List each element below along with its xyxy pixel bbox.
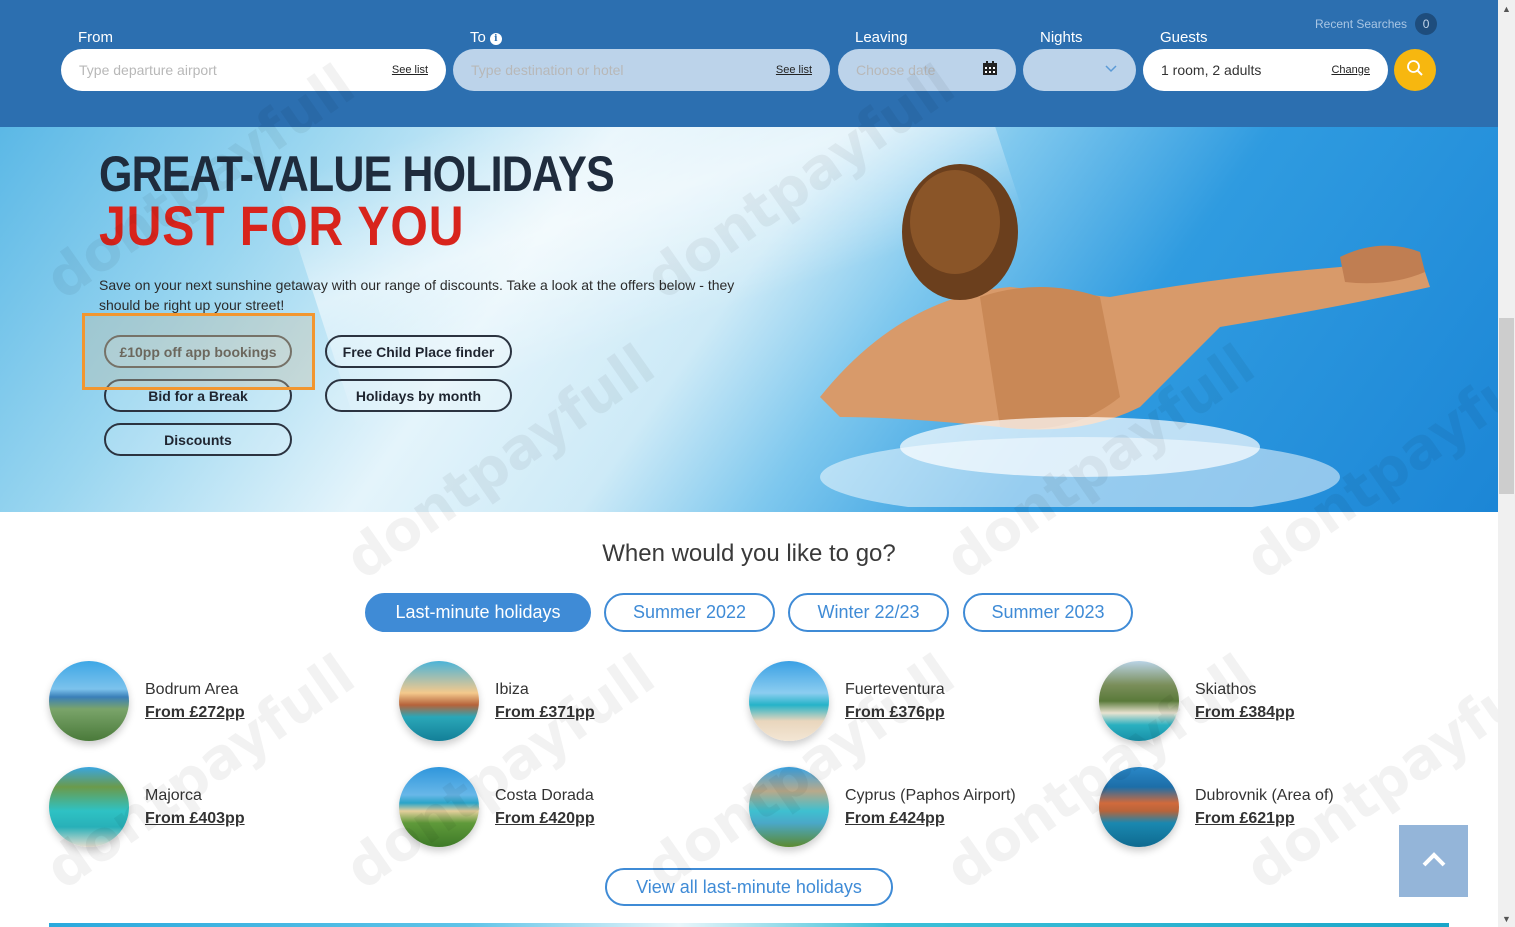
destination-thumbnail	[399, 767, 479, 847]
hero-banner: GREAT-VALUE HOLIDAYS JUST FOR YOU Save o…	[0, 127, 1498, 512]
leaving-label: Leaving	[855, 29, 908, 46]
vertical-scrollbar[interactable]: ▲ ▼	[1498, 0, 1515, 927]
from-see-list-link[interactable]: See list	[392, 64, 428, 76]
chevron-up-icon	[1421, 850, 1447, 873]
destination-thumbnail	[749, 661, 829, 741]
destination-name: Costa Dorada	[495, 787, 594, 804]
to-label: To	[470, 29, 486, 46]
destination-name: Bodrum Area	[145, 681, 239, 698]
destination-item[interactable]: Fuerteventura From £376pp	[749, 661, 945, 741]
recent-searches-count: 0	[1415, 13, 1438, 35]
bid-for-a-break-button[interactable]: Bid for a Break	[104, 379, 292, 412]
destination-price-link[interactable]: From £403pp	[145, 807, 245, 830]
nights-select[interactable]	[1023, 49, 1136, 91]
view-all-button[interactable]: View all last-minute holidays	[605, 868, 893, 906]
app-bookings-button[interactable]: £10pp off app bookings	[104, 335, 292, 368]
next-section-banner-edge	[49, 923, 1449, 927]
to-input[interactable]: Type destination or hotel	[471, 62, 776, 78]
tab-summer-2023[interactable]: Summer 2023	[963, 593, 1133, 632]
destination-thumbnail	[49, 661, 129, 741]
tab-last-minute[interactable]: Last-minute holidays	[365, 593, 591, 632]
tab-winter-22-23[interactable]: Winter 22/23	[788, 593, 949, 632]
destination-item[interactable]: Majorca From £403pp	[49, 767, 245, 847]
scrollbar-thumb[interactable]	[1499, 318, 1514, 494]
destination-price-link[interactable]: From £424pp	[845, 807, 1016, 830]
destination-name: Fuerteventura	[845, 681, 945, 698]
destination-thumbnail	[49, 767, 129, 847]
destination-price-link[interactable]: From £272pp	[145, 701, 245, 724]
search-button[interactable]	[1394, 49, 1436, 91]
free-child-place-button[interactable]: Free Child Place finder	[325, 335, 512, 368]
destination-price-link[interactable]: From £420pp	[495, 807, 595, 830]
recent-searches-label: Recent Searches	[1315, 17, 1408, 31]
tab-summer-2022[interactable]: Summer 2022	[604, 593, 775, 632]
chevron-down-icon	[1104, 61, 1118, 79]
guests-label: Guests	[1160, 29, 1208, 46]
scroll-up-arrow-icon[interactable]: ▲	[1498, 0, 1515, 17]
guests-field[interactable]: 1 room, 2 adults Change	[1143, 49, 1388, 91]
destination-item[interactable]: Dubrovnik (Area of) From £621pp	[1099, 767, 1334, 847]
hero-description: Save on your next sunshine getaway with …	[99, 277, 735, 313]
destination-item[interactable]: Cyprus (Paphos Airport) From £424pp	[749, 767, 1016, 847]
to-field[interactable]: Type destination or hotel See list	[453, 49, 830, 91]
destination-price-link[interactable]: From £371pp	[495, 701, 595, 724]
leaving-input[interactable]: Choose date	[856, 62, 982, 78]
destination-name: Ibiza	[495, 681, 529, 698]
destination-name: Dubrovnik (Area of)	[1195, 787, 1334, 804]
guests-value: 1 room, 2 adults	[1161, 62, 1262, 78]
destination-item[interactable]: Skiathos From £384pp	[1099, 661, 1295, 741]
search-bar: Recent Searches 0 From Type departure ai…	[0, 0, 1498, 127]
destination-price-link[interactable]: From £621pp	[1195, 807, 1334, 830]
holidays-by-month-button[interactable]: Holidays by month	[325, 379, 512, 412]
destination-thumbnail	[1099, 767, 1179, 847]
destination-item[interactable]: Costa Dorada From £420pp	[399, 767, 595, 847]
from-field[interactable]: Type departure airport See list	[61, 49, 446, 91]
hero-title-line2: JUST FOR YOU	[99, 194, 465, 257]
destination-item[interactable]: Bodrum Area From £272pp	[49, 661, 245, 741]
from-input[interactable]: Type departure airport	[79, 62, 392, 78]
to-see-list-link[interactable]: See list	[776, 64, 812, 76]
discounts-button[interactable]: Discounts	[104, 423, 292, 456]
hero-image-swimmer	[820, 164, 1430, 507]
destination-thumbnail	[399, 661, 479, 741]
destination-item[interactable]: Ibiza From £371pp	[399, 661, 595, 741]
destination-name: Skiathos	[1195, 681, 1257, 698]
destination-name: Majorca	[145, 787, 202, 804]
back-to-top-button[interactable]	[1399, 825, 1468, 897]
guests-change-link[interactable]: Change	[1331, 64, 1370, 76]
from-label: From	[78, 29, 113, 46]
calendar-icon[interactable]	[982, 60, 998, 81]
nights-label: Nights	[1040, 29, 1083, 46]
leaving-field[interactable]: Choose date	[838, 49, 1016, 91]
search-icon	[1406, 59, 1424, 82]
destination-price-link[interactable]: From £384pp	[1195, 701, 1295, 724]
destination-price-link[interactable]: From £376pp	[845, 701, 945, 724]
destination-thumbnail	[749, 767, 829, 847]
destination-name: Cyprus (Paphos Airport)	[845, 787, 1016, 804]
info-icon[interactable]: i	[489, 33, 502, 45]
recent-searches[interactable]: Recent Searches 0	[1315, 13, 1438, 35]
section-title: When would you like to go?	[602, 540, 896, 567]
scroll-down-arrow-icon[interactable]: ▼	[1498, 910, 1515, 927]
destination-thumbnail	[1099, 661, 1179, 741]
to-label-wrap: To i	[470, 29, 502, 46]
